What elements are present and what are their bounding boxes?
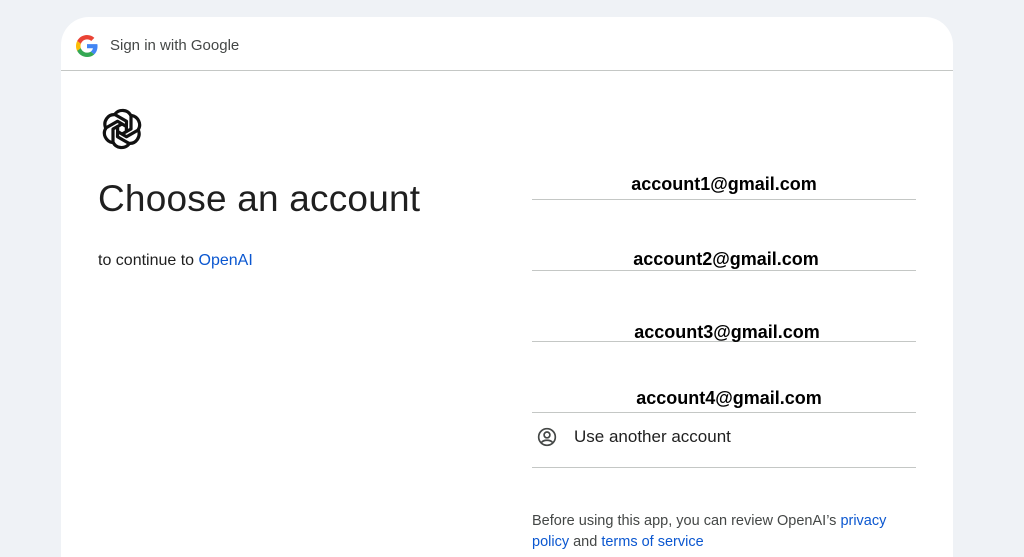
- account-email: account3@gmail.com: [634, 322, 820, 342]
- header-title: Sign in with Google: [110, 37, 240, 54]
- sign-in-card: Sign in with Google Choose an account to…: [61, 17, 953, 557]
- account-item-2[interactable]: account2@gmail.com: [532, 200, 916, 271]
- disclaimer-and: and: [569, 534, 602, 550]
- disclaimer-text: Before using this app, you can review Op…: [532, 511, 912, 553]
- use-another-account-label: Use another account: [574, 427, 731, 446]
- account-item-4[interactable]: account4@gmail.com: [532, 342, 916, 413]
- google-g-icon: [76, 35, 98, 57]
- app-name-link[interactable]: OpenAI: [199, 252, 253, 269]
- account-email: account1@gmail.com: [631, 174, 817, 194]
- account-item-3[interactable]: account3@gmail.com: [532, 271, 916, 342]
- terms-of-service-link[interactable]: terms of service: [601, 534, 703, 550]
- page-title: Choose an account: [98, 178, 421, 219]
- account-email: account2@gmail.com: [633, 249, 819, 269]
- account-item-1[interactable]: account1@gmail.com: [532, 167, 916, 200]
- person-circle-icon: [537, 427, 557, 447]
- header-bar: Sign in with Google: [61, 17, 953, 71]
- subtitle-text: to continue to: [98, 252, 199, 269]
- account-email: account4@gmail.com: [636, 388, 822, 408]
- openai-logo-icon: [102, 108, 142, 150]
- subtitle: to continue to OpenAI: [98, 252, 253, 270]
- use-another-account-button[interactable]: Use another account: [532, 413, 916, 468]
- disclaimer-prefix: Before using this app, you can review Op…: [532, 513, 841, 529]
